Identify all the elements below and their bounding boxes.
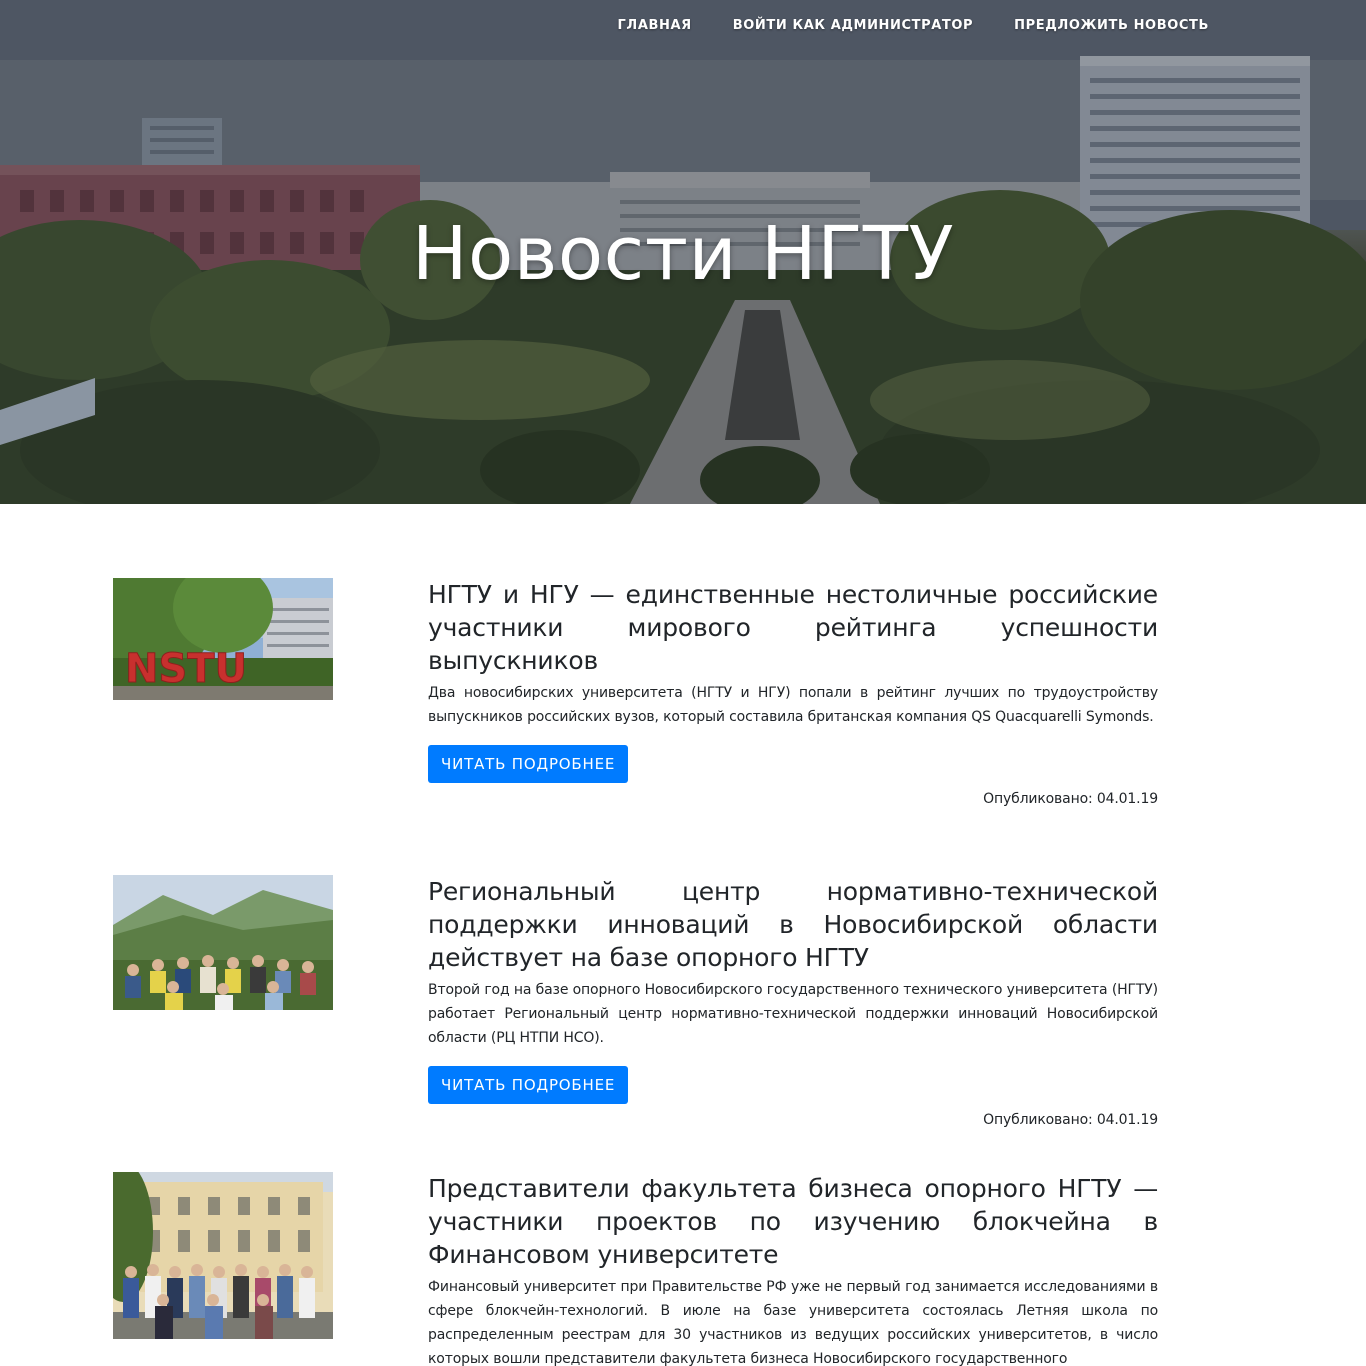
news-publish-date: Опубликовано: 04.01.19	[983, 791, 1158, 807]
nav-admin-login-link[interactable]: ВОЙТИ КАК АДМИНИСТРАТОР	[733, 17, 973, 35]
news-excerpt: Финансовый университет при Правительстве…	[428, 1279, 1158, 1366]
nav-home-link[interactable]: ГЛАВНАЯ	[618, 17, 692, 35]
top-navigation: ГЛАВНАЯ ВОЙТИ КАК АДМИНИСТРАТОР ПРЕДЛОЖИ…	[618, 17, 1209, 35]
nav-suggest-news-link[interactable]: ПРЕДЛОЖИТЬ НОВОСТЬ	[1014, 17, 1209, 35]
news-thumbnail[interactable]	[113, 875, 333, 1010]
read-more-button[interactable]: ЧИТАТЬ ПОДРОБНЕЕ	[428, 1066, 629, 1104]
group-building-photo	[113, 1172, 333, 1339]
news-title[interactable]: Представители факультета бизнеса опорног…	[428, 1172, 1158, 1271]
news-excerpt: Второй год на базе опорного Новосибирско…	[428, 982, 1158, 1046]
hero-banner: ГЛАВНАЯ ВОЙТИ КАК АДМИНИСТРАТОР ПРЕДЛОЖИ…	[0, 0, 1366, 504]
read-more-button[interactable]: ЧИТАТЬ ПОДРОБНЕЕ	[428, 745, 629, 783]
news-title[interactable]: Региональный центр нормативно-техническо…	[428, 875, 1158, 974]
news-thumbnail[interactable]: NSTU	[113, 578, 333, 700]
nstu-sign-text: NSTU	[125, 646, 247, 692]
news-content: Региональный центр нормативно-техническо…	[428, 875, 1158, 1132]
news-excerpt: Два новосибирских университета (НГТУ и Н…	[428, 685, 1158, 725]
news-publish-date: Опубликовано: 04.01.19	[983, 1112, 1158, 1128]
group-mountains-photo	[113, 875, 333, 1010]
news-title[interactable]: НГТУ и НГУ — единственные нестоличные ро…	[428, 578, 1158, 677]
news-content: НГТУ и НГУ — единственные нестоличные ро…	[428, 578, 1158, 811]
page-title: Новости НГТУ	[411, 211, 955, 297]
news-thumbnail[interactable]	[113, 1172, 333, 1339]
news-content: Представители факультета бизнеса опорног…	[428, 1172, 1158, 1366]
nstu-sign-photo: NSTU	[113, 578, 333, 700]
